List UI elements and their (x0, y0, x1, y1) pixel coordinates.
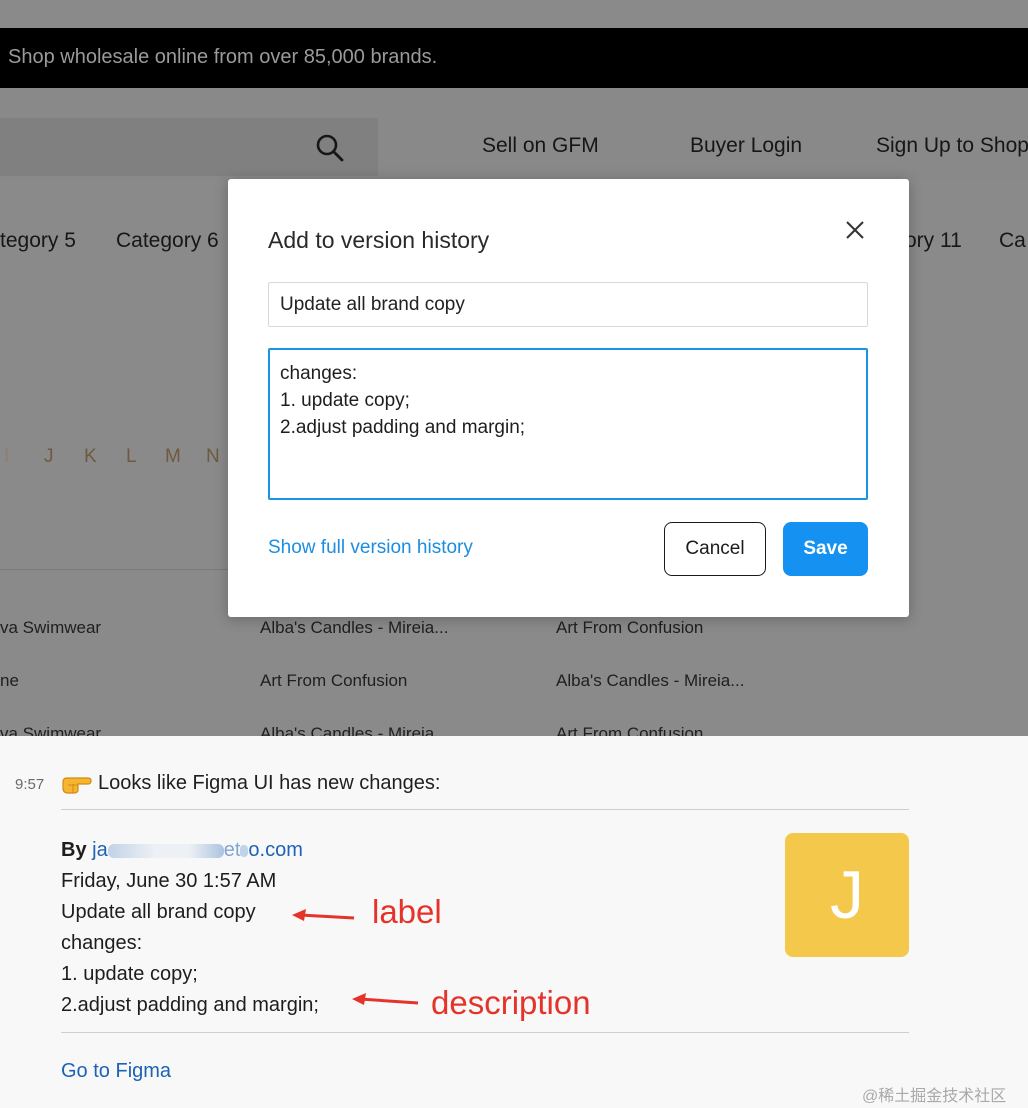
author-line: By ja et o.com (61, 839, 303, 862)
category-item[interactable]: ory 11 (905, 229, 962, 253)
version-description-textarea[interactable]: changes: 1. update copy; 2.adjust paddin… (268, 348, 868, 500)
alphabet-letter[interactable]: K (84, 446, 97, 468)
brand-link[interactable]: Alba's Candles - Mireia (260, 724, 434, 736)
message-divider (61, 1032, 909, 1033)
alphabet-letter[interactable]: I (4, 446, 9, 468)
message-desc-line: 1. update copy; (61, 963, 198, 985)
category-item[interactable]: Ca (999, 229, 1026, 253)
brand-link[interactable]: ne (0, 671, 19, 691)
category-item[interactable]: tegory 5 (0, 229, 76, 253)
message-date: Friday, June 30 1:57 AM (61, 870, 277, 892)
brand-link[interactable]: va Swimwear (0, 618, 101, 638)
message-desc-line: 2.adjust padding and margin; (61, 994, 319, 1016)
avatar: J (785, 833, 909, 957)
brand-link[interactable]: Alba's Candles - Mireia... (260, 618, 448, 638)
label-annotation: label (372, 893, 442, 930)
message-desc-line: changes: (61, 932, 143, 954)
watermark: @稀土掘金技术社区 (862, 1088, 1007, 1105)
search-icon[interactable] (312, 130, 348, 166)
sign-up-link[interactable]: Sign Up to Shop (876, 134, 1028, 158)
category-item[interactable]: Category 6 (116, 229, 219, 253)
buyer-login-link[interactable]: Buyer Login (690, 134, 802, 158)
banner-text: Shop wholesale online from over 85,000 b… (8, 46, 438, 68)
save-button[interactable]: Save (783, 522, 868, 576)
go-to-figma-link[interactable]: Go to Figma (61, 1060, 171, 1083)
redacted-email-part (107, 843, 224, 858)
message-timestamp: 9:57 (15, 776, 45, 793)
message-header: Looks like Figma UI has new changes: (98, 772, 441, 794)
brand-link[interactable]: va Swimwear (0, 724, 101, 736)
brand-link[interactable]: Art From Confusion (556, 724, 703, 736)
version-history-dialog: Add to version history Update all brand … (228, 179, 909, 617)
brand-link[interactable]: Art From Confusion (556, 618, 703, 638)
alphabet-letter[interactable]: L (126, 446, 137, 468)
alphabet-letter[interactable]: J (44, 446, 54, 468)
close-icon[interactable] (840, 215, 870, 245)
description-annotation: description (431, 984, 591, 1021)
message-divider (61, 809, 909, 810)
by-label: By (61, 839, 87, 861)
version-label-input[interactable]: Update all brand copy (268, 282, 868, 327)
brand-link[interactable]: Art From Confusion (260, 671, 407, 691)
version-label-value: Update all brand copy (280, 293, 465, 315)
description-arrow-icon (352, 993, 419, 1005)
alphabet-letter[interactable]: M (165, 446, 181, 468)
cancel-button[interactable]: Cancel (664, 522, 766, 576)
alphabet-letter[interactable]: N (206, 446, 220, 468)
sell-on-gfm-link[interactable]: Sell on GFM (482, 134, 599, 158)
label-arrow-icon (292, 909, 355, 921)
dialog-title: Add to version history (268, 227, 490, 253)
brand-link[interactable]: Alba's Candles - Mireia... (556, 671, 744, 691)
section-divider (0, 569, 230, 570)
browser-top-strip (0, 0, 1028, 28)
show-full-history-link[interactable]: Show full version history (268, 537, 473, 559)
message-label: Update all brand copy (61, 901, 256, 923)
promo-banner: Shop wholesale online from over 85,000 b… (0, 28, 1028, 88)
author-email[interactable]: ja et o.com (92, 839, 303, 861)
point-right-emoji-icon (62, 777, 92, 794)
